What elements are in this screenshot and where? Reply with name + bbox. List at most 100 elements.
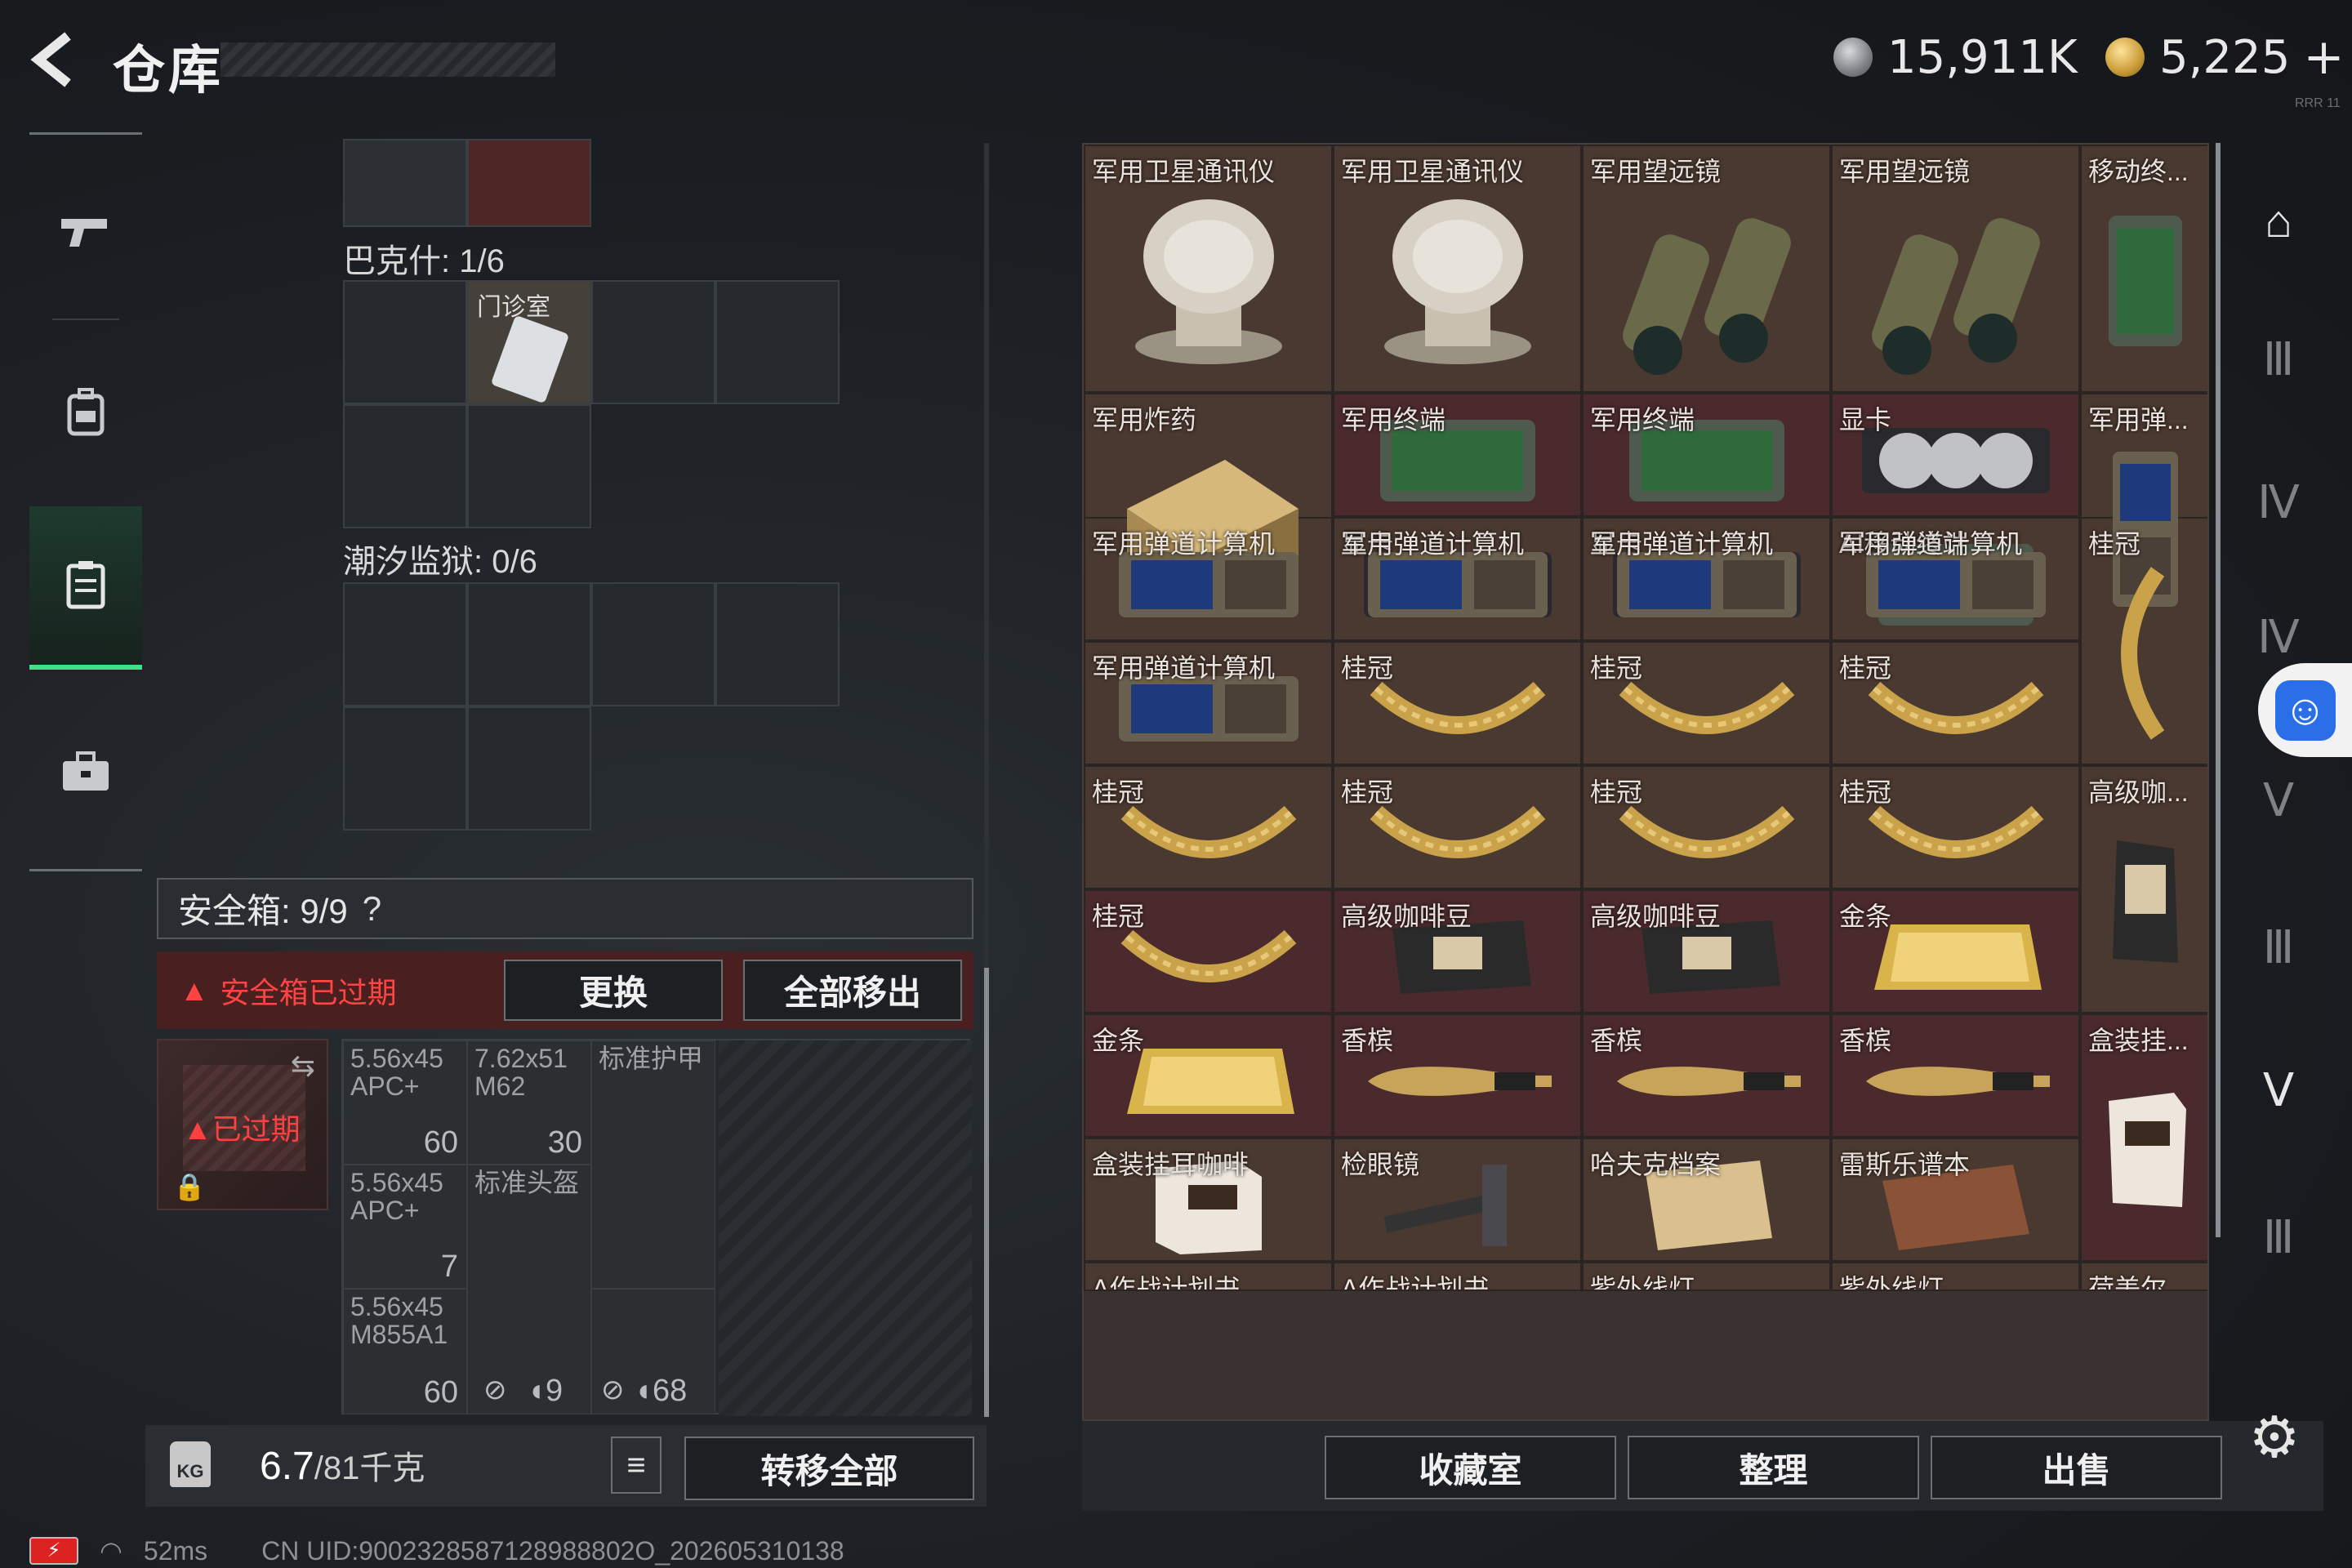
binoculars-image: [1622, 218, 1791, 375]
inventory-item[interactable]: 军用弹道计算机: [1582, 517, 1831, 641]
tier5-box-icon[interactable]: Ⅴ: [2238, 760, 2319, 841]
stash-cell[interactable]: [343, 582, 467, 706]
stash-cell[interactable]: [343, 706, 467, 831]
tide-prison-label: 潮汐监狱: 0/6: [343, 544, 537, 580]
weight-readout: 6.7/81千克: [260, 1445, 425, 1488]
inventory-item-name: 桂冠: [1839, 777, 1892, 807]
inventory-item[interactable]: 桂冠: [1084, 765, 1333, 889]
inventory-item[interactable]: 桂冠: [1333, 765, 1582, 889]
inventory-item[interactable]: 军用望远镜: [1831, 145, 2080, 393]
list-view-button[interactable]: ≡: [611, 1437, 662, 1494]
arch-icon[interactable]: ⌂: [2238, 180, 2319, 261]
inventory-item[interactable]: A作战计划书: [1084, 1262, 1333, 1291]
nav-briefcase[interactable]: [29, 690, 142, 853]
accessibility-button[interactable]: ☺: [2258, 663, 2352, 757]
inventory-item[interactable]: 显卡: [1831, 393, 2080, 517]
inventory-item[interactable]: 移动终...: [2080, 145, 2207, 393]
inventory-item-name: A作战计划书: [1092, 1274, 1241, 1291]
inventory-item[interactable]: 桂冠: [1333, 641, 1582, 765]
inventory-item[interactable]: 紫外线灯: [1582, 1262, 1831, 1291]
inventory-item[interactable]: 军用卫星通讯仪: [1333, 145, 1582, 393]
safebox-item[interactable]: 5.56x45 M855A1 60: [343, 1289, 467, 1414]
inventory-item[interactable]: 香槟: [1333, 1013, 1582, 1138]
inventory-scrollbar[interactable]: [2216, 143, 2221, 1237]
stash-cell[interactable]: [591, 280, 715, 404]
stash-cell[interactable]: [467, 404, 591, 528]
stash-scrollbar[interactable]: [984, 143, 989, 1417]
inventory-item[interactable]: 香槟: [1831, 1013, 2080, 1138]
inventory-item[interactable]: 军用望远镜: [1582, 145, 1831, 393]
stash-cell[interactable]: [467, 139, 591, 227]
transfer-all-button[interactable]: 转移全部: [684, 1437, 974, 1500]
collection-room-button[interactable]: 收藏室: [1325, 1436, 1616, 1499]
clinic-item-cell[interactable]: 门诊室: [467, 280, 591, 404]
inventory-item[interactable]: A作战计划书: [1333, 1262, 1582, 1291]
inventory-item[interactable]: 荷美尔...: [2080, 1262, 2207, 1291]
tier4-folder-icon[interactable]: Ⅳ: [2238, 461, 2319, 543]
inventory-item[interactable]: 金条: [1831, 889, 2080, 1013]
swap-icon[interactable]: ⇆: [291, 1049, 315, 1083]
satellite-image: [1383, 199, 1531, 364]
nav-weapons[interactable]: [29, 151, 142, 314]
tier5-box-icon[interactable]: Ⅴ: [2238, 1049, 2319, 1131]
inventory-item[interactable]: 军用弹道计算机: [1831, 517, 2080, 641]
inventory-item[interactable]: 检眼镜: [1333, 1138, 1582, 1262]
safebox-item[interactable]: 5.56x45 APC+ 7: [343, 1165, 467, 1289]
safebox-label: 安全箱: 9/9: [178, 892, 348, 930]
gear-icon[interactable]: ⚙: [2242, 1405, 2307, 1470]
safebox-item[interactable]: 标准护甲: [591, 1040, 715, 1289]
back-arrow-icon[interactable]: [24, 29, 82, 90]
silver-currency[interactable]: 15,911K: [1833, 31, 2078, 84]
inventory-item[interactable]: 哈夫克档案: [1582, 1138, 1831, 1262]
scrollbar-thumb[interactable]: [2216, 143, 2221, 1237]
inventory-item[interactable]: 桂冠: [1084, 889, 1333, 1013]
stash-cell[interactable]: [467, 582, 591, 706]
inventory-item[interactable]: 军用卫星通讯仪: [1084, 145, 1333, 393]
sell-button[interactable]: 出售: [1931, 1436, 2222, 1499]
gold-currency[interactable]: 5,225 +: [2105, 29, 2345, 86]
safebox-item[interactable]: 5.56x45 APC+ 60: [343, 1040, 467, 1165]
inventory-item[interactable]: 桂冠: [1582, 765, 1831, 889]
stash-cell[interactable]: [715, 280, 840, 404]
tier3-box-icon[interactable]: Ⅲ: [2238, 318, 2319, 400]
inventory-item[interactable]: 高级咖啡豆: [1333, 889, 1582, 1013]
inventory-item[interactable]: 盒装挂耳咖啡: [1084, 1138, 1333, 1262]
replace-button[interactable]: 更换: [504, 960, 723, 1021]
inventory-item[interactable]: 雷斯乐谱本: [1831, 1138, 2080, 1262]
tier3-frame-icon[interactable]: Ⅲ: [2238, 906, 2319, 988]
inventory-item[interactable]: 金条: [1084, 1013, 1333, 1138]
inventory-item[interactable]: 紫外线灯: [1831, 1262, 2080, 1291]
inventory-item[interactable]: 军用终端: [1582, 393, 1831, 517]
sort-button[interactable]: 整理: [1628, 1436, 1919, 1499]
inventory-item[interactable]: 桂冠: [1831, 641, 2080, 765]
inventory-item[interactable]: 桂冠: [1831, 765, 2080, 889]
tier4-box-icon[interactable]: Ⅳ: [2238, 604, 2319, 670]
stash-cell[interactable]: [467, 706, 591, 831]
inventory-item[interactable]: 香槟: [1582, 1013, 1831, 1138]
durability-b: ◖68: [634, 1374, 688, 1408]
stash-cell[interactable]: [343, 139, 467, 227]
inventory-item[interactable]: 军用终端: [1333, 393, 1582, 517]
backpack-icon: [67, 388, 105, 436]
inventory-item[interactable]: 桂冠: [1582, 641, 1831, 765]
nav-backpack[interactable]: [29, 331, 142, 494]
inventory-item[interactable]: 高级咖啡豆: [1582, 889, 1831, 1013]
inventory-item-name: 桂冠: [1590, 777, 1643, 807]
help-icon[interactable]: ?: [363, 889, 381, 929]
nav-locker[interactable]: [29, 506, 142, 670]
safebox-case[interactable]: ⇆ ▲已过期 🔒: [157, 1039, 328, 1210]
battery-icon: ⚡: [29, 1537, 78, 1565]
inventory-item[interactable]: 高级咖...: [2080, 765, 2207, 1013]
inventory-item[interactable]: 军用弹道计算机: [1084, 641, 1333, 765]
stash-cell[interactable]: [591, 582, 715, 706]
remove-all-button[interactable]: 全部移出: [743, 960, 962, 1021]
add-currency-button[interactable]: +: [2303, 29, 2344, 86]
inventory-item[interactable]: 盒装挂...: [2080, 1013, 2207, 1262]
stash-cell[interactable]: [343, 404, 467, 528]
tier3-frame-icon[interactable]: Ⅲ: [2238, 1196, 2319, 1278]
scrollbar-thumb[interactable]: [984, 968, 989, 1417]
stash-cell[interactable]: [715, 582, 840, 706]
inventory-item[interactable]: 军用弹道计算机: [1333, 517, 1582, 641]
stash-cell[interactable]: [343, 280, 467, 404]
safebox-item[interactable]: 7.62x51 M62 30: [467, 1040, 591, 1165]
